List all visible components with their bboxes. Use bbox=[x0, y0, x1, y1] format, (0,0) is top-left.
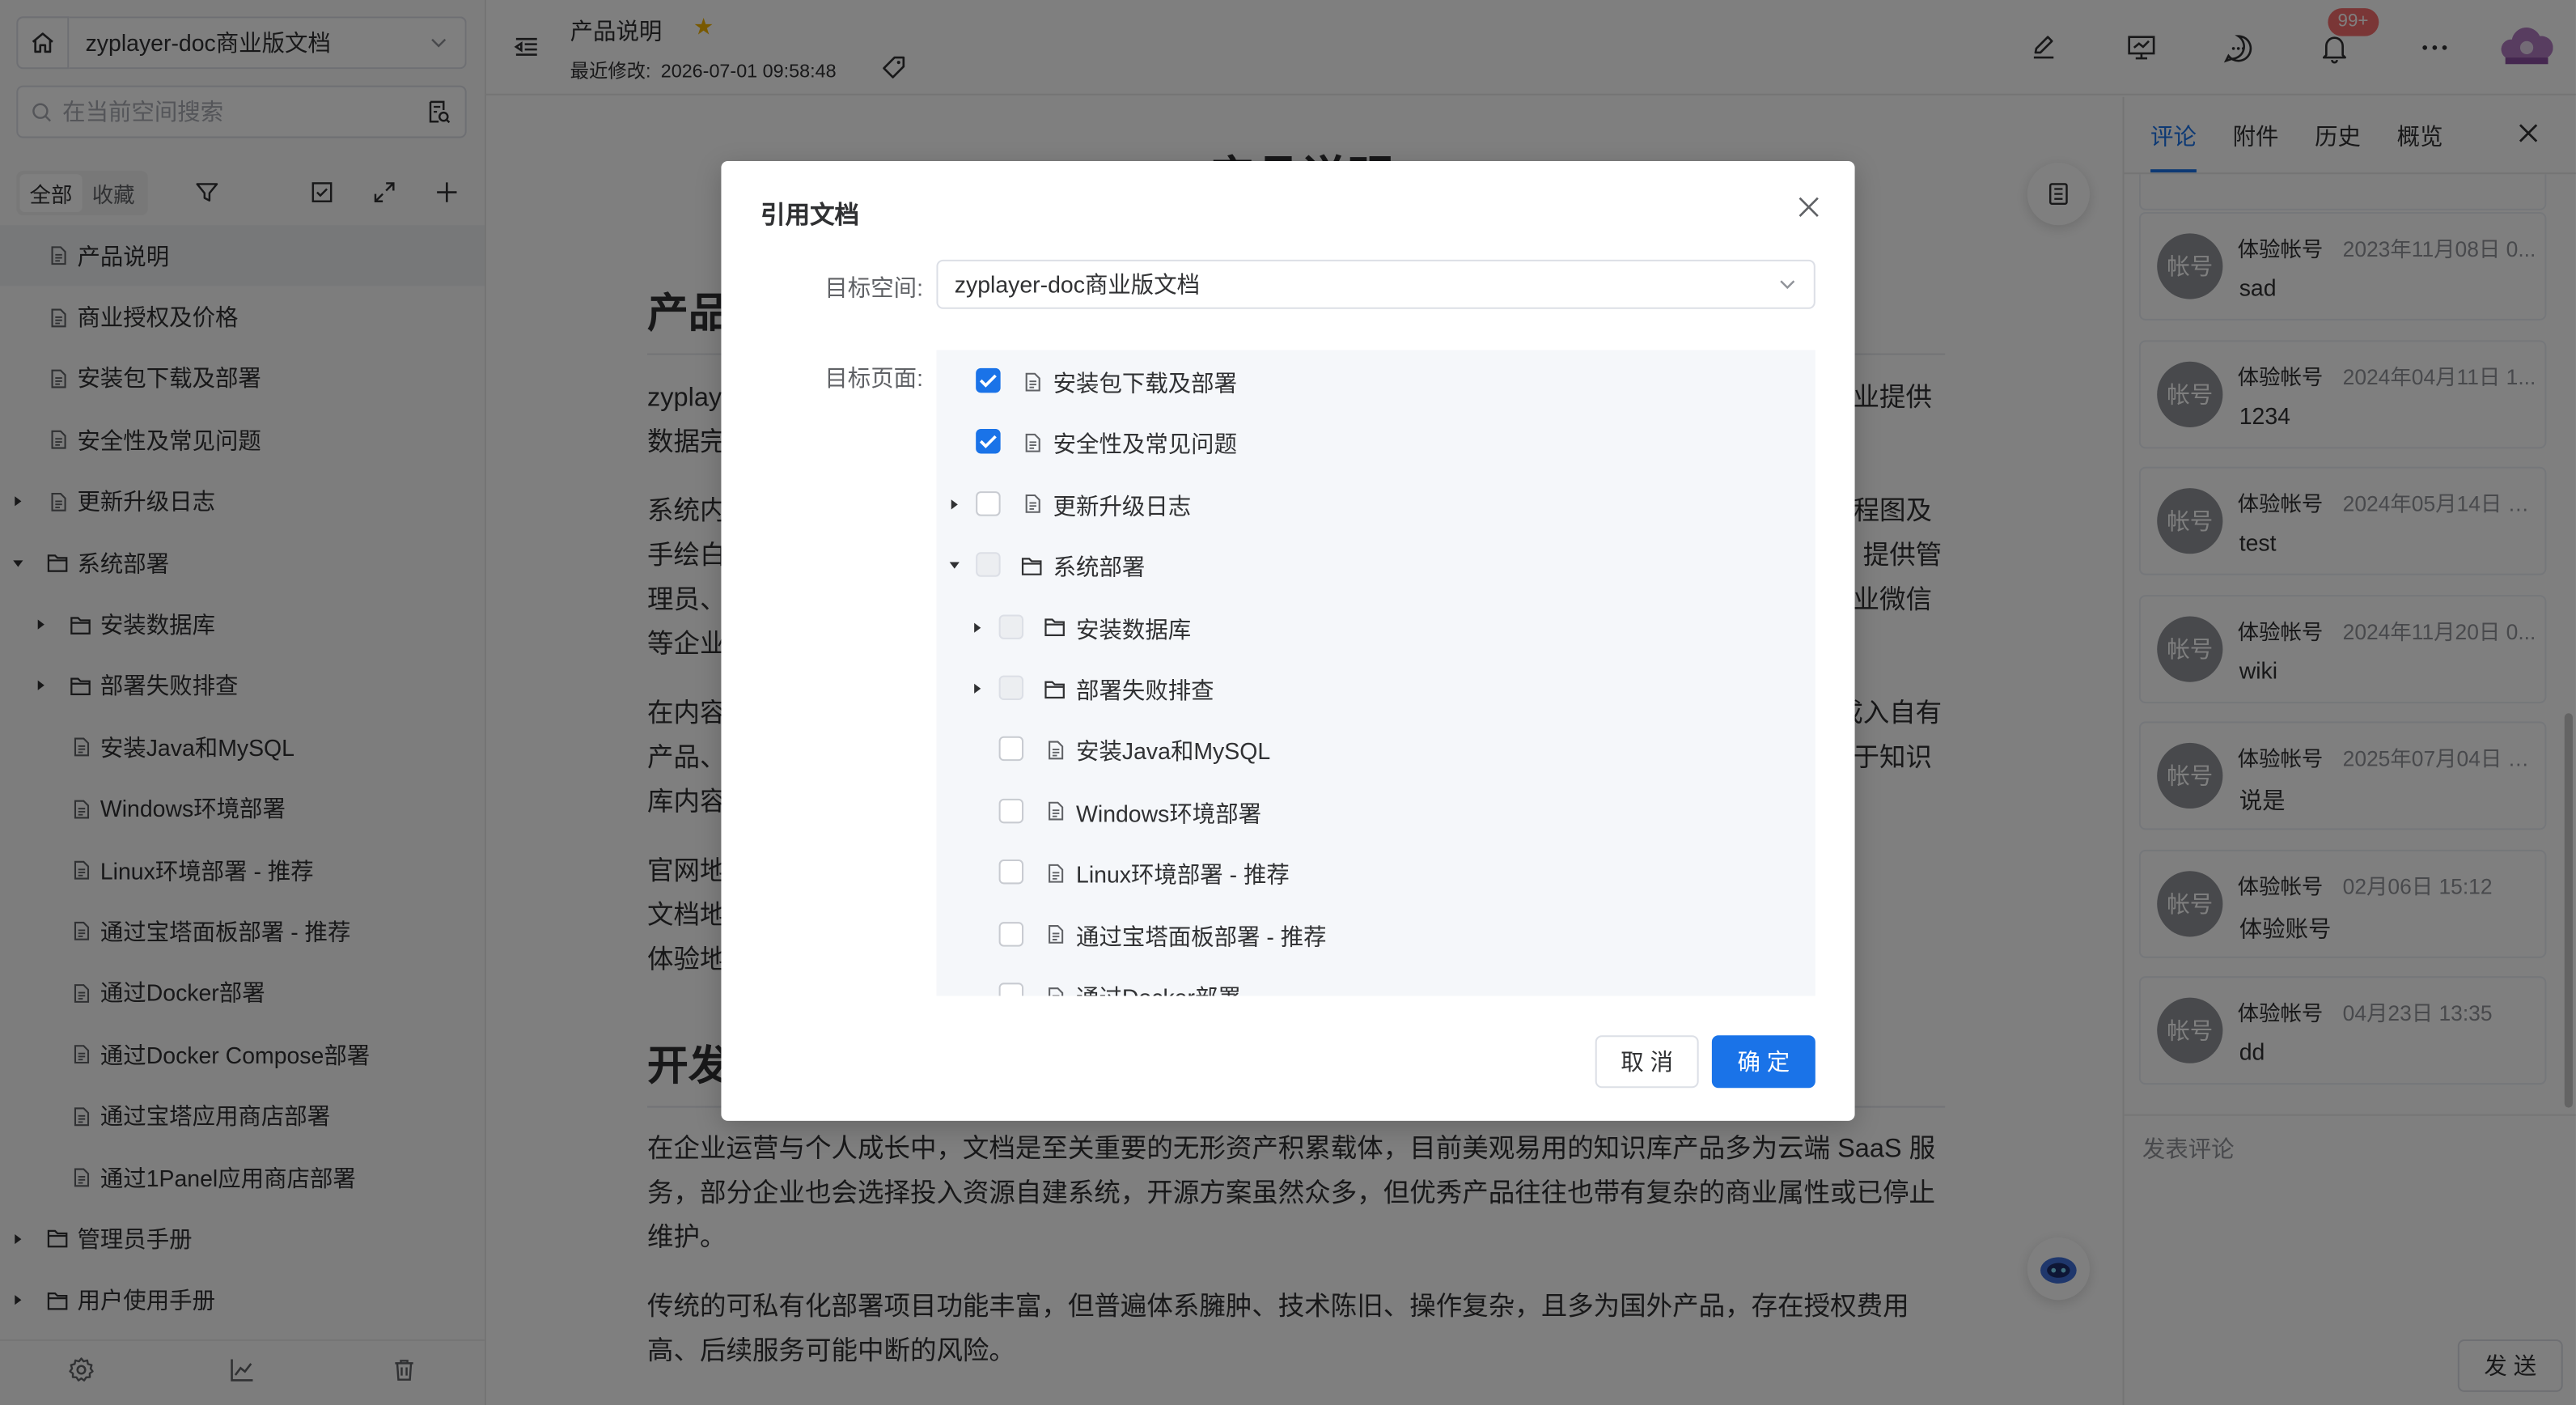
tree-node-label: 部署失败排查 bbox=[1076, 677, 1214, 704]
tree-node[interactable]: 系统部署 bbox=[936, 534, 1815, 596]
file-icon bbox=[1020, 370, 1043, 393]
folder-icon bbox=[1043, 677, 1066, 700]
tree-node[interactable]: Windows环境部署 bbox=[936, 780, 1815, 842]
node-checkbox[interactable] bbox=[976, 490, 1001, 516]
node-checkbox[interactable] bbox=[998, 798, 1024, 823]
file-icon bbox=[1043, 923, 1066, 945]
node-checkbox[interactable] bbox=[976, 367, 1001, 393]
file-icon bbox=[1020, 493, 1043, 516]
caret-right-icon[interactable] bbox=[947, 496, 963, 512]
caret-right-icon[interactable] bbox=[969, 619, 985, 635]
tree-node[interactable]: 通过宝塔面板部署 - 推荐 bbox=[936, 903, 1815, 965]
dialog-title: 引用文档 bbox=[761, 202, 860, 231]
file-icon bbox=[1043, 861, 1066, 884]
chevron-down-icon bbox=[1780, 280, 1795, 290]
node-checkbox bbox=[976, 552, 1001, 578]
target-page-label: 目标页面: bbox=[824, 364, 923, 392]
tree-node[interactable]: 通过Docker部署 bbox=[936, 965, 1815, 996]
file-icon bbox=[1043, 800, 1066, 822]
caret-down-icon[interactable] bbox=[947, 558, 963, 574]
tree-node[interactable]: 安全性及常见问题 bbox=[936, 411, 1815, 473]
tree-node-label: 安装Java和MySQL bbox=[1076, 738, 1271, 766]
dialog-close-button[interactable] bbox=[1795, 194, 1821, 229]
target-space-label: 目标空间: bbox=[824, 274, 923, 301]
file-icon bbox=[1020, 431, 1043, 454]
node-checkbox[interactable] bbox=[998, 921, 1024, 946]
tree-node-label: 通过宝塔面板部署 - 推荐 bbox=[1076, 923, 1327, 949]
confirm-button[interactable]: 确 定 bbox=[1711, 1035, 1815, 1089]
caret-right-icon[interactable] bbox=[969, 681, 985, 697]
tree-node[interactable]: 更新升级日志 bbox=[936, 473, 1815, 534]
tree-node-label: 安装数据库 bbox=[1076, 615, 1192, 643]
reference-doc-dialog: 引用文档 目标空间: zyplayer-doc商业版文档 目标页面: 安装包下载… bbox=[721, 160, 1855, 1121]
file-icon bbox=[1043, 739, 1066, 762]
tree-node-label: 系统部署 bbox=[1053, 554, 1146, 581]
node-checkbox[interactable] bbox=[998, 736, 1024, 762]
tree-node-label: Linux环境部署 - 推荐 bbox=[1076, 861, 1290, 888]
cancel-button[interactable]: 取 消 bbox=[1595, 1035, 1699, 1089]
node-checkbox[interactable] bbox=[998, 983, 1024, 996]
tree-node[interactable]: 安装包下载及部署 bbox=[936, 350, 1815, 412]
tree-node-label: Windows环境部署 bbox=[1076, 800, 1262, 826]
tree-node[interactable]: Linux环境部署 - 推荐 bbox=[936, 842, 1815, 903]
node-checkbox[interactable] bbox=[998, 860, 1024, 885]
tree-node-label: 通过Docker部署 bbox=[1076, 981, 1241, 995]
folder-icon bbox=[1020, 554, 1043, 577]
target-space-value: zyplayer-doc商业版文档 bbox=[954, 271, 1201, 298]
target-space-select[interactable]: zyplayer-doc商业版文档 bbox=[936, 259, 1815, 309]
tree-node[interactable]: 部署失败排查 bbox=[936, 657, 1815, 719]
tree-node[interactable]: 安装Java和MySQL bbox=[936, 719, 1815, 780]
tree-node[interactable]: 安装数据库 bbox=[936, 596, 1815, 657]
tree-node-label: 安装包下载及部署 bbox=[1053, 369, 1238, 397]
close-icon bbox=[1799, 197, 1819, 217]
tree-node-label: 安全性及常见问题 bbox=[1053, 431, 1238, 458]
node-checkbox bbox=[998, 675, 1024, 701]
file-icon bbox=[1043, 984, 1066, 996]
folder-icon bbox=[1043, 616, 1066, 639]
node-checkbox[interactable] bbox=[976, 429, 1001, 455]
tree-node-label: 更新升级日志 bbox=[1053, 492, 1192, 520]
target-page-tree: 安装包下载及部署 安全性及常见问题 更新升级日志 系统部署 安装数据库 部署失败… bbox=[936, 350, 1815, 996]
node-checkbox bbox=[998, 613, 1024, 639]
